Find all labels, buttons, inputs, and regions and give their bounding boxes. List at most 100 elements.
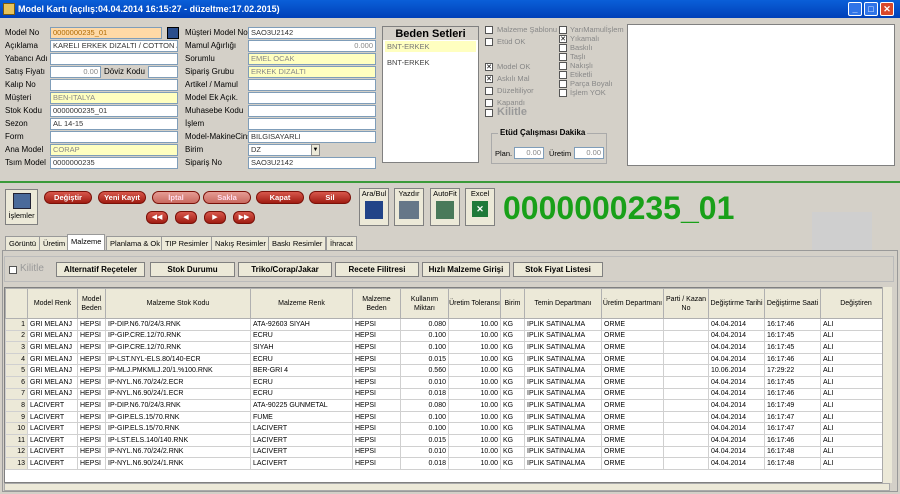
table-row[interactable]: 6 GRI MELANJ HEPSI IP-NYL.N6.70/24/2.ECR ECR… <box>5 375 889 389</box>
ara-bul-button[interactable]: Ara/Bul <box>359 188 389 226</box>
checkbox[interactable]: ✕ <box>559 35 567 43</box>
mid-field-value[interactable] <box>248 79 376 91</box>
mid-field-value[interactable] <box>248 118 376 130</box>
left-field-value[interactable] <box>50 79 178 91</box>
column-header[interactable]: Malzeme Beden <box>352 288 401 319</box>
toolbar-button[interactable]: Sakla <box>203 191 251 204</box>
column-header[interactable]: Değiştiren <box>820 288 889 319</box>
toolbar-button[interactable]: Yeni Kayıt <box>98 191 146 204</box>
table-row[interactable]: 4 GRI MELANJ HEPSI IP-LST.NYL-ELS.80/140-EC… <box>5 352 889 366</box>
close-button[interactable]: ✕ <box>880 2 894 16</box>
table-row[interactable]: 3 GRI MELANJ HEPSI IP-GIP.CRE.12/70.RNK SIYA… <box>5 341 889 354</box>
tab[interactable]: Baskı Resimler <box>268 236 327 250</box>
table-row[interactable]: 10 LACIVERT HEPSI IP-GIP.ELS.15/70.RNK LACIV… <box>5 422 889 435</box>
nav-button[interactable]: ◀◀ <box>146 211 168 224</box>
checkbox[interactable]: ✕ <box>485 75 493 83</box>
left-field-value[interactable]: 0000000235_01 <box>50 105 178 117</box>
mid-field-value[interactable]: DZ <box>248 144 320 156</box>
column-header[interactable]: Değiştirme Tarihi <box>708 288 765 319</box>
column-header[interactable]: Kullanım Miktarı <box>400 288 449 319</box>
column-header[interactable]: Malzeme Stok Kodu <box>105 288 251 319</box>
checkbox[interactable] <box>559 62 567 70</box>
mid-field-value[interactable] <box>248 105 376 117</box>
table-row[interactable]: 11 LACIVERT HEPSI IP-LST.ELS.140/140.RNK LAC… <box>5 433 889 447</box>
column-header[interactable]: Parti / Kazan No <box>663 288 709 319</box>
table-row[interactable]: 7 GRI MELANJ HEPSI IP-NYL.N6.90/24/1.ECR ECR… <box>5 387 889 401</box>
mid-field-value[interactable]: SAO3U2142 <box>248 157 376 169</box>
tab[interactable]: Üretim <box>39 236 70 250</box>
beden-selected[interactable]: BNT-ERKEK <box>385 41 476 52</box>
autofit-button[interactable]: AutoFit <box>430 188 460 226</box>
checkbox[interactable] <box>559 26 567 34</box>
notes-area[interactable] <box>627 24 895 166</box>
nav-button[interactable]: ▶ <box>204 211 226 224</box>
table-row[interactable]: 12 LACIVERT HEPSI IP-NYL.N6.70/24/2.RNK LACI… <box>5 445 889 459</box>
table-row[interactable]: 1 GRI MELANJ HEPSI IP-DIP.N6.70/24/3.RNK ATA… <box>5 318 889 331</box>
tab[interactable]: Nakış Resimler <box>211 236 270 250</box>
column-header[interactable]: Değiştirme Saati <box>764 288 821 319</box>
table-row[interactable]: 13 LACIVERT HEPSI IP-NYL.N6.90/24/1.RNK LACI… <box>5 457 889 470</box>
column-header[interactable]: Üretim Departmanı <box>601 288 664 319</box>
left-field-value[interactable]: KARELI ERKEK DIZALTI / COTTON / <box>50 40 178 52</box>
table-row[interactable]: 8 LACIVERT HEPSI IP-DIP.N6.70/24/3.RNK ATA-9… <box>5 399 889 412</box>
vertical-scrollbar[interactable] <box>882 287 892 483</box>
checkbox[interactable]: ✕ <box>485 63 493 71</box>
checkbox[interactable] <box>485 26 493 34</box>
checkbox[interactable] <box>485 99 493 107</box>
sub-button[interactable]: Alternatif Reçeteler <box>56 262 145 277</box>
column-header[interactable]: Malzeme Renk <box>250 288 353 319</box>
nav-button[interactable]: ▶▶ <box>233 211 255 224</box>
excel-button[interactable]: Excel ✕ <box>465 188 495 226</box>
sub-button[interactable]: Stok Durumu <box>150 262 235 277</box>
sub-kilitle-checkbox[interactable] <box>9 266 17 274</box>
column-header[interactable]: Üretim Toleransı <box>448 288 501 319</box>
left-field-value[interactable]: AL 14-15 <box>50 118 178 130</box>
left-field-value[interactable]: 0000000235 <box>50 157 178 169</box>
uretim-field[interactable]: 0.00 <box>574 147 604 159</box>
nav-button[interactable]: ◀ <box>175 211 197 224</box>
yazdir-button[interactable]: Yazdır <box>394 188 424 226</box>
tab[interactable]: TIP Resimler <box>161 236 213 250</box>
table-row[interactable]: 5 GRI MELANJ HEPSI IP-MLJ.PMKMLJ.20/1.%100.… <box>5 364 889 377</box>
tab[interactable]: İhracat <box>326 236 357 250</box>
left-field-value[interactable] <box>50 53 178 65</box>
toolbar-button[interactable]: Sil <box>309 191 351 204</box>
horizontal-scrollbar[interactable] <box>4 483 890 491</box>
toolbar-button[interactable]: Değiştir <box>44 191 92 204</box>
column-header[interactable]: Model Beden <box>77 288 106 319</box>
binoculars-icon[interactable] <box>167 27 179 39</box>
left-field-value[interactable]: BEN-ITALYA <box>50 92 178 104</box>
column-header[interactable]: Birim <box>500 288 525 319</box>
mid-field-value[interactable] <box>248 92 376 104</box>
beden-list-item[interactable]: BNT-ERKEK <box>387 58 474 67</box>
checkbox[interactable] <box>559 80 567 88</box>
checkbox[interactable] <box>485 38 493 46</box>
table-row[interactable]: 2 GRI MELANJ HEPSI IP-GIP.CRE.12/70.RNK ECRU… <box>5 329 889 343</box>
mid-field-value[interactable]: BILGISAYARLI <box>248 131 376 143</box>
maximize-button[interactable]: □ <box>864 2 878 16</box>
toolbar-button[interactable]: Kapat <box>256 191 304 204</box>
minimize-button[interactable]: _ <box>848 2 862 16</box>
checkbox[interactable] <box>559 44 567 52</box>
tab[interactable]: Görüntü <box>5 236 41 250</box>
mid-field-value[interactable]: EMEL OCAK <box>248 53 376 65</box>
toolbar-button[interactable]: İptal <box>152 191 200 204</box>
column-header[interactable] <box>5 288 28 319</box>
kilitle-checkbox[interactable] <box>485 109 493 117</box>
sub-button[interactable]: Hızlı Malzeme Girişi <box>422 262 510 277</box>
left-field-value[interactable]: CORAP <box>50 144 178 156</box>
left-field-value[interactable] <box>50 131 178 143</box>
checkbox[interactable] <box>559 71 567 79</box>
plan-field[interactable]: 0.00 <box>514 147 544 159</box>
mid-field-value[interactable]: SAO3U2142 <box>248 27 376 39</box>
column-header[interactable]: Model Renk <box>27 288 78 319</box>
mid-field-value[interactable]: 0.000 <box>248 40 376 52</box>
sub-button[interactable]: Triko/Corap/Jakar <box>238 262 332 277</box>
tab[interactable]: Malzeme <box>67 234 106 250</box>
checkbox[interactable] <box>559 53 567 61</box>
sub-button[interactable]: Recete Filitresi <box>335 262 419 277</box>
doviz-kodu-field[interactable] <box>148 66 178 78</box>
islemler-button[interactable]: İşlemler <box>5 189 38 225</box>
sub-button[interactable]: Stok Fiyat Listesi <box>513 262 603 277</box>
checkbox[interactable] <box>559 89 567 97</box>
